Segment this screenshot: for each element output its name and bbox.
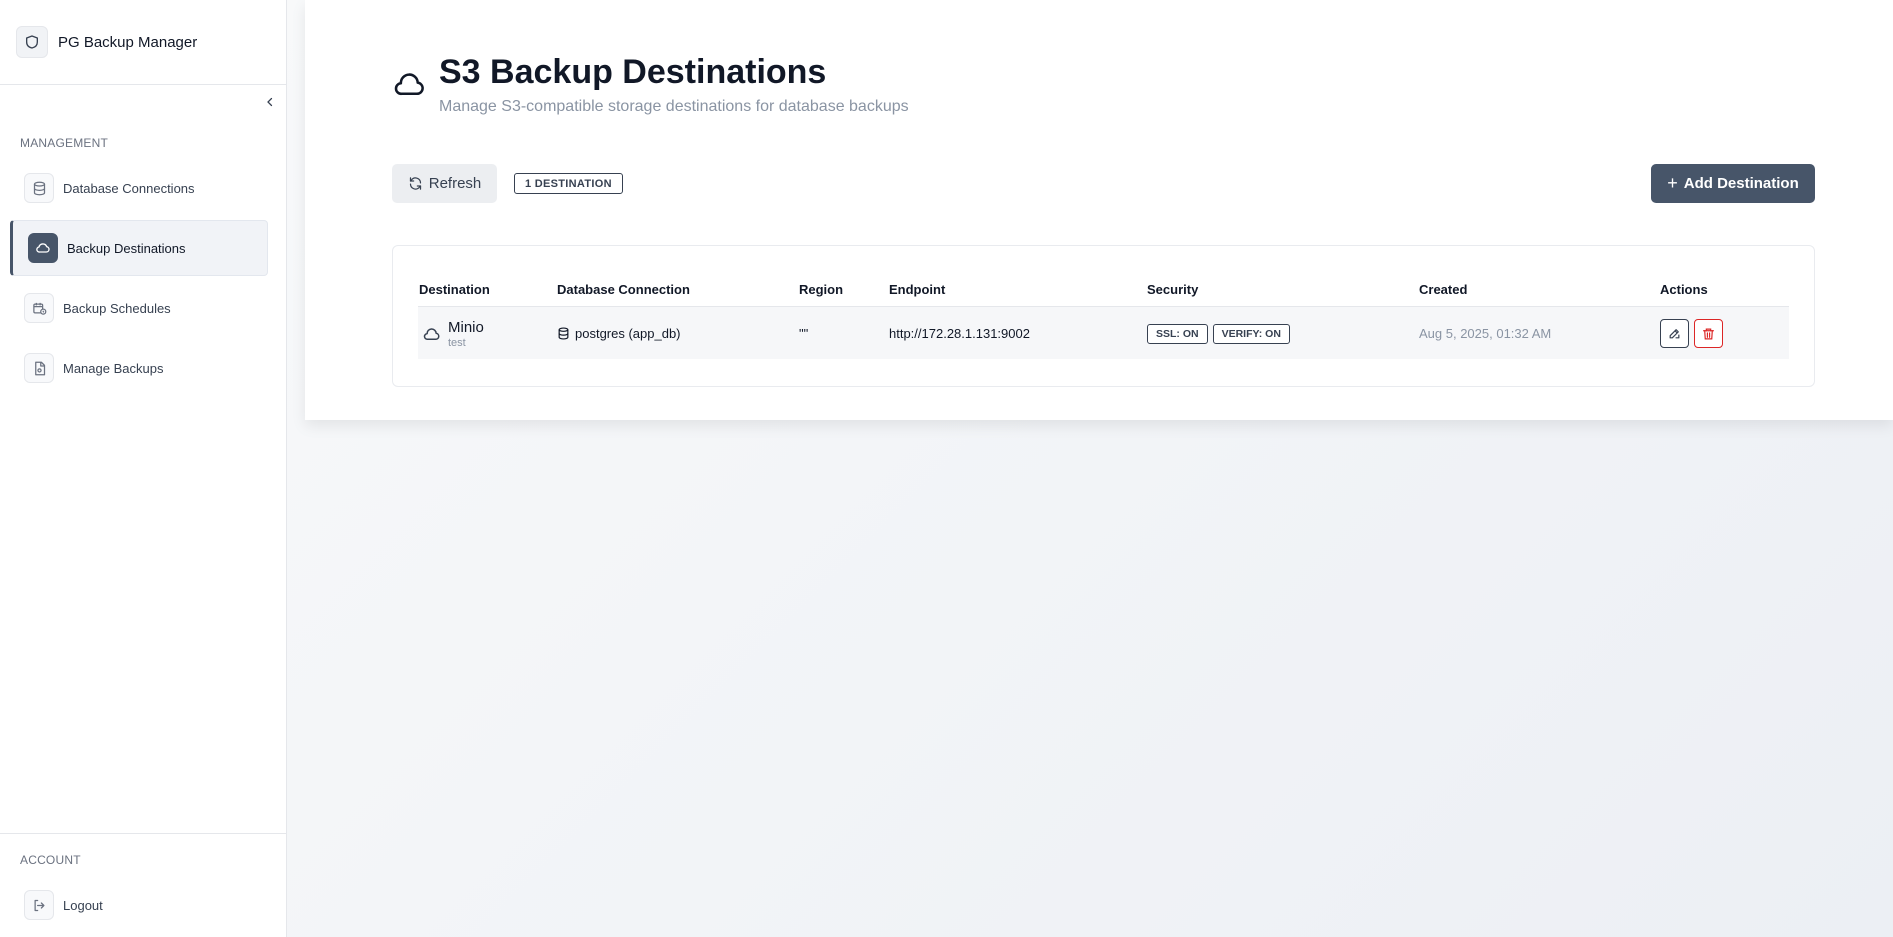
destination-description: test	[448, 336, 466, 349]
verify-badge: VERIFY: ON	[1212, 323, 1290, 344]
region-cell: ""	[799, 326, 809, 341]
shield-icon	[16, 26, 48, 58]
page-header: S3 Backup Destinations Manage S3-compati…	[393, 52, 909, 116]
logout-button[interactable]: Logout	[10, 877, 268, 933]
management-section-label: MANAGEMENT	[20, 136, 109, 150]
sidebar-item-backup-destinations[interactable]: Backup Destinations	[10, 220, 268, 276]
sidebar-item-label: Backup Destinations	[67, 240, 186, 256]
cloud-icon	[393, 70, 427, 103]
endpoint-cell: http://172.28.1.131:9002	[889, 326, 1030, 341]
main-panel: S3 Backup Destinations Manage S3-compati…	[305, 0, 1893, 420]
column-header: Database Connection	[557, 282, 690, 297]
database-icon	[558, 327, 569, 340]
actions-cell	[1660, 307, 1728, 360]
sidebar-item-database-connections[interactable]: Database Connections	[10, 160, 268, 216]
trash-icon	[1703, 328, 1714, 339]
table-header: Destination Database Connection Region E…	[419, 282, 1789, 304]
page-title: S3 Backup Destinations	[439, 53, 827, 91]
column-header: Destination	[419, 282, 490, 297]
chevron-left-icon	[267, 97, 273, 107]
column-header: Security	[1147, 282, 1199, 297]
edit-button[interactable]	[1660, 319, 1689, 348]
destination-count-badge: 1 DESTINATION	[514, 173, 623, 194]
sidebar-item-backup-schedules[interactable]: Backup Schedules	[10, 280, 268, 336]
column-header: Region	[799, 282, 844, 297]
sidebar-item-label: Backup Schedules	[63, 300, 171, 316]
account-section-label: ACCOUNT	[20, 853, 81, 867]
sidebar: PG Backup Manager MANAGEMENT Database Co…	[0, 0, 287, 937]
add-destination-label: Add Destination	[1683, 175, 1799, 192]
created-cell: Aug 5, 2025, 01:32 AM	[1419, 326, 1552, 341]
calendar-clock-icon	[24, 293, 54, 323]
ssl-badge: SSL: ON	[1147, 323, 1208, 344]
logout-label: Logout	[63, 897, 103, 913]
cloud-icon	[28, 233, 58, 263]
sidebar-item-label: Database Connections	[63, 180, 195, 196]
column-header: Actions	[1660, 282, 1708, 297]
sidebar-item-label: Manage Backups	[63, 360, 164, 376]
page-subtitle: Manage S3-compatible storage destination…	[439, 98, 909, 115]
column-header: Created	[1419, 282, 1468, 297]
cloud-icon	[423, 327, 440, 340]
collapse-sidebar-button[interactable]	[260, 92, 280, 112]
plus-icon: +	[1667, 173, 1678, 193]
database-icon	[24, 173, 54, 203]
column-header: Endpoint	[889, 282, 946, 297]
file-archive-icon	[24, 353, 54, 383]
add-destination-button[interactable]: + Add Destination	[1651, 164, 1815, 203]
edit-icon	[1669, 329, 1680, 339]
connection-name: postgres (app_db)	[575, 326, 681, 341]
brand: PG Backup Manager	[0, 0, 286, 85]
security-cell: SSL: ON VERIFY: ON	[1147, 307, 1295, 360]
destinations-table: Destination Database Connection Region E…	[392, 245, 1815, 387]
app-title: PG Backup Manager	[58, 33, 198, 51]
refresh-button[interactable]: Refresh	[392, 164, 497, 203]
connection-cell: postgres (app_db)	[557, 307, 681, 360]
destination-cell: Minio test	[423, 307, 484, 360]
divider	[0, 833, 286, 834]
table-row[interactable]: Minio test postgres (app_db) "" http://1…	[418, 306, 1789, 359]
sidebar-item-manage-backups[interactable]: Manage Backups	[10, 340, 268, 396]
refresh-icon	[409, 177, 421, 190]
destination-name: Minio	[448, 318, 484, 336]
refresh-label: Refresh	[428, 175, 482, 192]
delete-button[interactable]	[1694, 319, 1723, 348]
logout-icon	[24, 890, 54, 920]
